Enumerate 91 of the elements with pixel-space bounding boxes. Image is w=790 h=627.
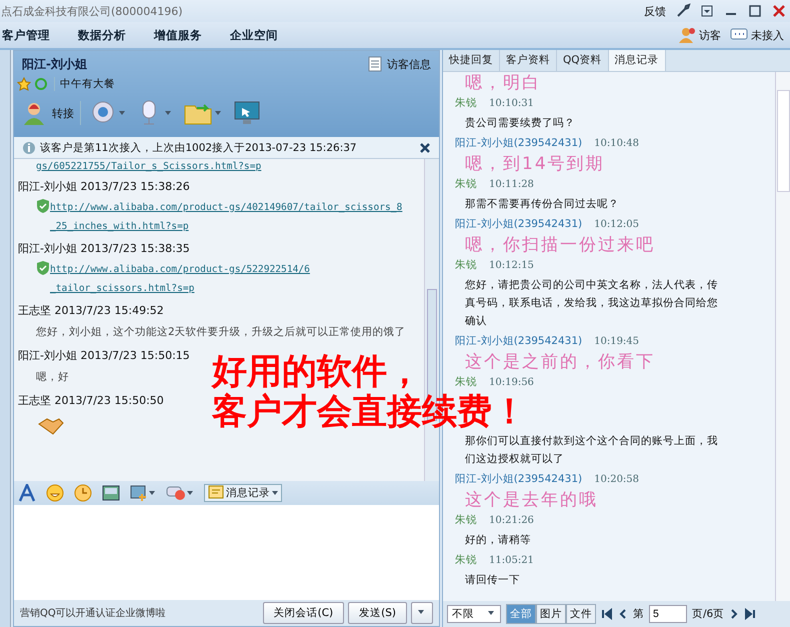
tab[interactable]: 消息记录 (608, 50, 666, 71)
transfer-button[interactable]: 转接 (22, 101, 81, 125)
sender-name: 阳江-刘小姐(239542431) (455, 136, 582, 151)
clock-face-icon[interactable] (74, 484, 92, 502)
page-field[interactable]: 5 (649, 605, 687, 623)
timestamp: 10:21:26 (489, 514, 534, 528)
menu-item[interactable]: 客户管理 (2, 28, 50, 42)
tab[interactable]: 快捷回复 (443, 50, 500, 71)
monitor-icon[interactable] (233, 100, 261, 126)
sender-name: 朱锐 (455, 375, 477, 390)
message-header: 王志坚 2013/7/23 15:49:52 (18, 303, 164, 318)
message-header: 王志坚 2013/7/23 15:50:50 (18, 393, 164, 408)
page-count: 页/6页 (692, 607, 724, 621)
sender-name: 阳江-刘小姐(239542431) (455, 472, 582, 487)
timestamp: 10:12:05 (594, 218, 640, 232)
feedback-link[interactable]: 反馈 (644, 4, 666, 18)
window-title: 点石成金科技有限公司(800004196) (1, 4, 183, 18)
first-page-icon[interactable] (601, 608, 613, 620)
message-text: 您好，请把贵公司的公司中英文名称，法人代表，传真号码，联系电话，发给我，我这边草拟份合同给您确认 (464, 278, 719, 329)
star-icon (17, 77, 31, 91)
message-text: 贵公司需要续费了吗？ (464, 116, 576, 131)
menu-item[interactable]: 数据分析 (78, 28, 126, 42)
font-icon[interactable] (18, 484, 36, 502)
previous-icon[interactable] (618, 608, 628, 620)
smiley-icon[interactable] (46, 484, 64, 502)
close-chat-button[interactable]: 关闭会话(C) (262, 602, 344, 624)
sender-name: 朱锐 (455, 553, 477, 568)
caption-text: 客户才会直接续费！ (212, 392, 527, 432)
message-text: 那需不需要再传份合同过去呢？ (464, 197, 620, 212)
timestamp: 10:12:15 (489, 259, 534, 273)
screenshot-icon[interactable] (130, 484, 156, 502)
next-icon[interactable] (729, 608, 740, 620)
person-icon (678, 27, 696, 43)
message-text: 这个是去年的哦 (464, 489, 599, 511)
notice-text: 该客户是第11次接入，上次由1002接入于2013-07-23 15:26:37 (40, 140, 358, 154)
message-text: 嗯，明白 (464, 72, 542, 94)
message-text: 好的，请稍等 (464, 533, 532, 548)
link[interactable]: http://www.alibaba.com/product-gs/522922514/6 _tailor_scissors.html?s=p (50, 260, 310, 298)
history-button[interactable]: 消息记录 (204, 484, 282, 502)
send-options-button[interactable] (411, 602, 433, 624)
filter-tab[interactable]: 图片 (536, 604, 566, 624)
close-icon[interactable] (419, 142, 431, 154)
note-icon (208, 485, 224, 501)
info-icon (22, 140, 36, 154)
menu-item[interactable]: 增值服务 (154, 28, 202, 42)
message-header: 阳江-刘小姐 2013/7/23 15:50:15 (18, 348, 190, 363)
message-text: 您好，刘小姐，这个功能这2天软件要升级，升级之后就可以正常使用的饿了 (36, 325, 406, 340)
message-text: 嗯，到14号到期 (464, 153, 606, 175)
sender-name: 朱锐 (455, 96, 477, 111)
filter-tab[interactable]: 文件 (566, 604, 596, 624)
message-text: 嗯，好 (36, 370, 69, 385)
message-text: 这个是之前的，你看下 (464, 351, 656, 373)
send-button[interactable]: 发送(S) (348, 602, 407, 624)
caret-icon (272, 491, 278, 495)
visitor-info-button[interactable]: 访客信息 (368, 56, 431, 72)
timestamp: 10:19:45 (594, 335, 640, 349)
message-text: 那你们可以直接付款到这个这个合同的账号上面，我们这边授权就可以了 (464, 434, 719, 467)
sender-name: 朱锐 (455, 177, 477, 192)
timestamp: 10:10:48 (594, 137, 640, 151)
timestamp: 10:20:58 (594, 473, 640, 487)
sender-name: 朱锐 (455, 513, 477, 528)
tab[interactable]: 客户资料 (500, 50, 557, 71)
message-text: 嗯，你扫描一份过来吧 (464, 234, 656, 256)
picture-icon[interactable] (102, 484, 120, 502)
sender-name: 阳江-刘小姐(239542431) (455, 217, 582, 232)
last-page-icon[interactable] (744, 608, 756, 620)
toolbar-link[interactable]: 未接入 (751, 28, 784, 42)
caret-icon (418, 610, 426, 616)
message-header: 阳江-刘小姐 2013/7/23 15:38:26 (18, 179, 190, 194)
document-icon (368, 56, 382, 72)
menu-item[interactable]: 企业空间 (230, 28, 278, 42)
person-icon (22, 101, 46, 125)
timestamp: 11:05:21 (489, 554, 534, 568)
caret-icon (488, 611, 496, 617)
timestamp: 10:11:28 (489, 178, 534, 192)
timestamp: 10:19:56 (489, 376, 534, 390)
link[interactable]: gs/605221755/Tailor_s_Scissors.html?s=p (36, 160, 262, 174)
signature-text: 中午有大餐 (54, 77, 115, 91)
caption-text: 好用的软件， (212, 352, 422, 392)
message-input[interactable] (14, 505, 439, 600)
timestamp: 10:10:31 (489, 97, 534, 111)
range-dropdown[interactable]: 不限 (447, 605, 501, 623)
link[interactable]: http://www.alibaba.com/product-gs/402149607/tailor_scissors_8 _25_inches_with.html?s=p (50, 198, 402, 236)
sender-name: 阳江-刘小姐(239542431) (455, 334, 582, 349)
message-header: 阳江-刘小姐 2013/7/23 15:38:35 (18, 241, 190, 256)
contact-name: 阳江-刘小姐 (22, 56, 87, 72)
sender-name: 朱锐 (455, 258, 477, 273)
toolbar-link[interactable]: 访客 (699, 28, 721, 42)
promo-text: 营销QQ可以开通认证企业微博啦 (20, 606, 166, 620)
page-label: 第 (633, 607, 644, 621)
message-text: 请回传一下 (464, 573, 521, 588)
